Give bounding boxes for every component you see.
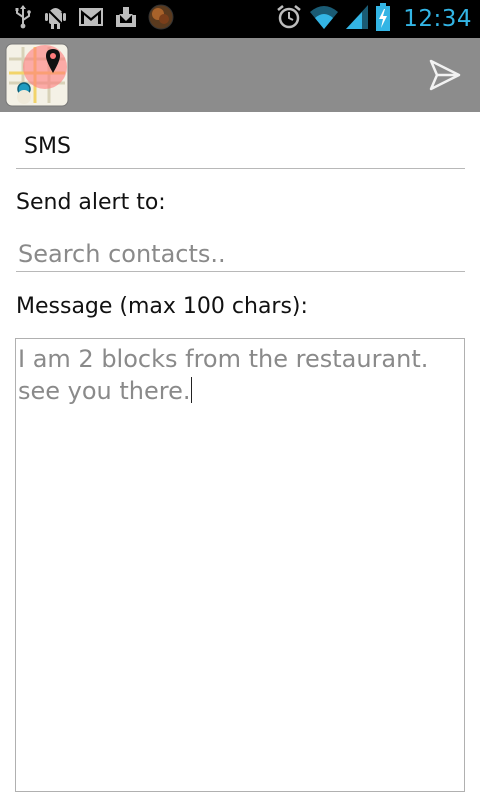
wifi-icon [309, 4, 339, 34]
app-sphere-icon [148, 4, 174, 34]
channel-selector[interactable]: SMS [24, 134, 71, 159]
map-pin-app-icon[interactable] [5, 43, 69, 107]
android-debug-icon [42, 4, 68, 34]
notification-icons [14, 4, 174, 34]
gmail-icon [78, 7, 104, 31]
send-button[interactable] [428, 58, 462, 92]
message-label: Message (max 100 chars): [16, 294, 308, 319]
system-icons: 12:34 [275, 3, 472, 35]
alarm-icon [275, 3, 303, 35]
signal-icon [345, 4, 369, 34]
clock: 12:34 [403, 6, 472, 32]
message-text: I am 2 blocks from the restaurant. see y… [18, 345, 429, 405]
search-contacts-input[interactable] [16, 236, 465, 272]
battery-charging-icon [375, 3, 391, 35]
action-bar [0, 38, 480, 112]
message-textarea[interactable]: I am 2 blocks from the restaurant. see y… [15, 338, 465, 792]
channel-divider [16, 168, 465, 169]
download-icon [114, 5, 138, 33]
status-bar: 12:34 [0, 0, 480, 38]
send-icon [428, 59, 462, 96]
usb-icon [14, 5, 32, 33]
send-alert-label: Send alert to: [16, 190, 166, 215]
text-caret [190, 377, 192, 403]
